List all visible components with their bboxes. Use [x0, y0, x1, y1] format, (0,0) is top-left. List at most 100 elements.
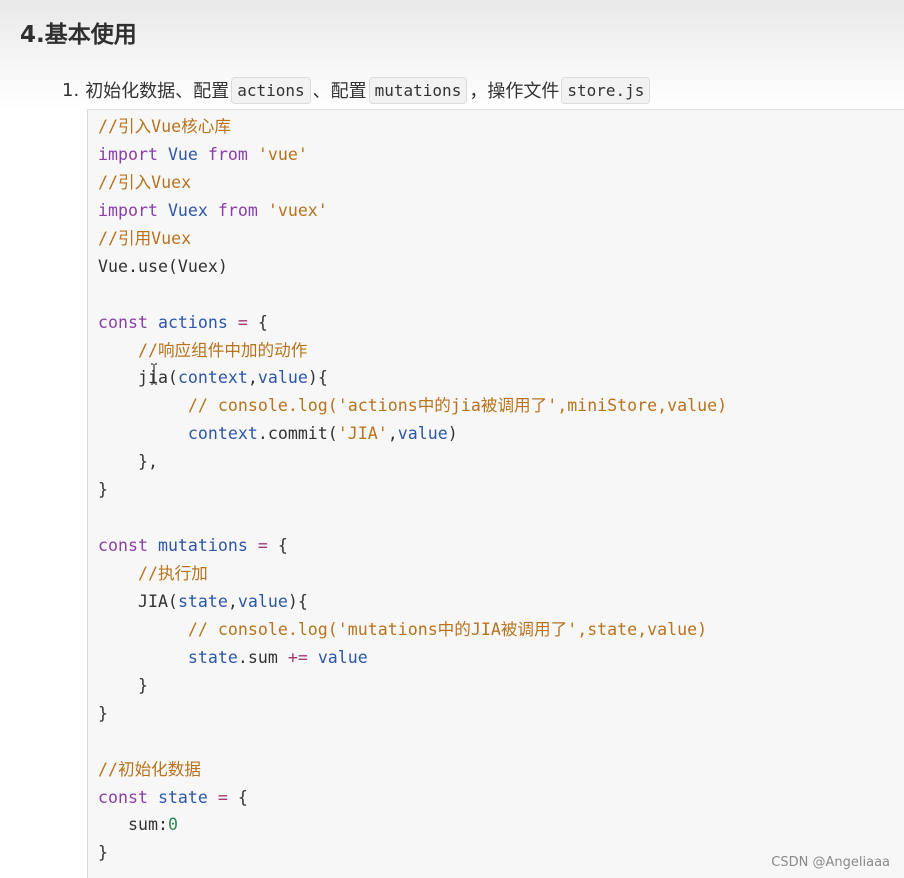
inline-code-actions: actions: [231, 76, 311, 104]
code-token-ident: state: [187, 647, 238, 667]
watermark: CSDN @Angeliaaa: [771, 855, 890, 870]
code-line: jia(context,value){: [98, 364, 727, 392]
code-token-plain: ){: [307, 368, 328, 388]
inline-code-mutations: mutations: [368, 76, 468, 104]
code-token-comment: // console.log('mutations中的JIA被调用了',stat…: [187, 619, 708, 639]
code-token-number: 0: [167, 815, 178, 835]
code-line: context.commit('JIA',value): [98, 420, 727, 448]
code-token-plain: ,: [387, 424, 398, 444]
code-token-string: 'vuex': [267, 200, 328, 220]
code-block[interactable]: //引入Vue核心库 import Vue from 'vue' //引入Vuex i…: [87, 109, 904, 878]
code-token-keyword: const: [98, 536, 158, 556]
code-token-ident: value: [257, 368, 308, 388]
code-line: Vue.use(Vuex): [98, 253, 727, 281]
code-line: // console.log('actions中的jia被调用了',miniSt…: [98, 392, 727, 420]
code-token-plain: }: [98, 675, 148, 695]
code-token-comment: //初始化数据: [98, 759, 201, 779]
text-cursor-icon: [151, 363, 157, 385]
code-token-ident: value: [397, 424, 448, 444]
code-token-plain: ): [447, 424, 458, 444]
code-token-plain: }: [98, 480, 108, 500]
code-token-plain: sum:: [98, 815, 168, 835]
code-line: JIA(state,value){: [98, 588, 727, 616]
code-token-comment: //响应组件中加的动作: [137, 340, 308, 360]
code-token-plain: {: [257, 312, 268, 332]
code-content: //引入Vue核心库 import Vue from 'vue' //引入Vuex i…: [98, 113, 727, 867]
code-token-plain: ){: [287, 591, 308, 611]
list-text-init-config: 初始化数据、配置: [85, 81, 230, 102]
code-line: }: [98, 839, 727, 867]
code-token-plain: },: [98, 452, 158, 472]
code-token-op: =: [217, 787, 238, 807]
code-line: //引用Vuex: [98, 225, 727, 253]
code-token-plain: .commit(: [257, 424, 338, 444]
code-token-op: +=: [287, 647, 318, 667]
code-token-ident: actions: [157, 312, 238, 332]
inline-code-store-js: store.js: [561, 76, 651, 104]
code-token-ident: value: [237, 591, 288, 611]
code-line: const state = {: [98, 784, 727, 812]
code-token-keyword: from: [217, 200, 268, 220]
code-token-ident: Vuex: [167, 200, 218, 220]
code-token-comment: //执行加: [137, 564, 208, 583]
code-token-plain: ,: [227, 591, 238, 611]
code-token-comment: // console.log('actions中的jia被调用了',miniSt…: [187, 396, 728, 416]
code-token-keyword: import: [98, 200, 168, 220]
code-token-ident: mutations: [157, 536, 258, 556]
code-token-ident: context: [187, 424, 258, 444]
code-token-comment: //引用Vuex: [98, 228, 192, 248]
code-token-ident: context: [177, 368, 248, 388]
list-text-config: 、配置: [312, 81, 367, 102]
code-token-plain: JIA(: [98, 591, 178, 611]
code-token-plain: {: [237, 787, 248, 807]
code-line: //引入Vuex: [98, 169, 727, 197]
code-token-plain: Vue.use(Vuex): [98, 256, 228, 276]
code-token-plain: {: [277, 536, 288, 556]
code-line: state.sum += value: [98, 644, 727, 672]
code-token-keyword: import: [98, 144, 168, 164]
code-token-ident: state: [157, 787, 218, 807]
code-line: }: [98, 672, 727, 700]
code-token-keyword: from: [207, 144, 258, 164]
code-line: const mutations = {: [98, 532, 727, 560]
code-token-comment: //引入Vue核心库: [98, 117, 231, 136]
code-line: }: [98, 476, 727, 504]
code-token-comment: //引入Vuex: [98, 172, 192, 192]
code-line: import Vuex from 'vuex': [98, 197, 727, 225]
code-line: //初始化数据: [98, 756, 727, 784]
code-line: //引入Vue核心库: [98, 113, 727, 141]
code-token-plain: }: [98, 843, 108, 863]
code-token-keyword: const: [98, 787, 158, 807]
code-line: const actions = {: [98, 309, 727, 337]
code-token-keyword: const: [98, 312, 158, 332]
code-token-plain: }: [98, 703, 108, 723]
code-token-ident: Vue: [167, 144, 208, 164]
code-token-plain: .sum: [237, 647, 288, 667]
list-item: 1. 初始化数据、配置 actions 、配置 mutations ，操作文件 …: [62, 74, 652, 106]
code-line: import Vue from 'vue': [98, 141, 727, 169]
code-token-plain: ,: [247, 368, 258, 388]
code-line: }: [98, 700, 727, 728]
code-line: },: [98, 448, 727, 476]
code-line: sum:0: [98, 811, 727, 839]
code-token-plain: jia(: [98, 368, 178, 388]
section-heading: 4.基本使用: [20, 22, 137, 48]
code-token-ident: state: [177, 591, 228, 611]
code-token-ident: value: [317, 647, 368, 667]
code-token-string: 'JIA': [337, 424, 388, 444]
code-token-op: =: [257, 536, 278, 556]
list-number: 1.: [62, 79, 80, 101]
code-line: //响应组件中加的动作: [98, 337, 727, 365]
code-token-op: =: [237, 312, 258, 332]
code-line: // console.log('mutations中的JIA被调用了',stat…: [98, 616, 727, 644]
code-token-string: 'vue': [257, 144, 308, 164]
